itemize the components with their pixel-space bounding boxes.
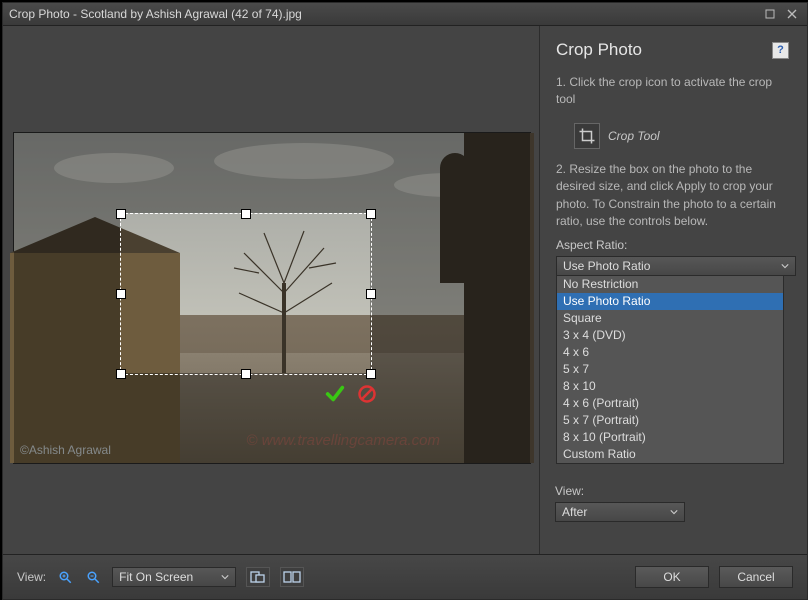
aspect-option[interactable]: 3 x 4 (DVD) [557,327,783,344]
commit-crop-button[interactable] [324,383,346,405]
crop-handle-ne[interactable] [366,209,376,219]
aspect-option[interactable]: 4 x 6 [557,344,783,361]
side-panel: Crop Photo ? 1. Click the crop icon to a… [539,26,807,554]
crop-handle-nw[interactable] [116,209,126,219]
dialog-body: ©Ashish Agrawal © www.travellingcamera.c… [3,26,807,554]
zoom-in-button[interactable] [56,568,74,586]
aspect-option[interactable]: 5 x 7 (Portrait) [557,412,783,429]
panel-heading: Crop Photo ? [556,40,789,60]
canvas-area: ©Ashish Agrawal © www.travellingcamera.c… [3,26,539,554]
aspect-ratio-listbox[interactable]: No RestrictionUse Photo RatioSquare3 x 4… [556,275,784,464]
aspect-option[interactable]: 8 x 10 [557,378,783,395]
titlebar: Crop Photo - Scotland by Ashish Agrawal … [3,3,807,26]
crop-tool-row: Crop Tool [556,117,789,161]
aspect-ratio-label: Aspect Ratio: [556,238,789,252]
crop-handle-n[interactable] [241,209,251,219]
close-button[interactable] [783,7,801,21]
aspect-option[interactable]: Custom Ratio [557,446,783,463]
crop-tool-label: Crop Tool [608,129,660,143]
view-block: View: After [555,476,685,522]
crop-box[interactable] [120,213,372,375]
help-button[interactable]: ? [772,42,789,59]
crop-handle-e[interactable] [366,289,376,299]
ok-button[interactable]: OK [635,566,709,588]
aspect-ratio-dropdown[interactable]: Use Photo Ratio [556,256,796,276]
instruction-step2: 2. Resize the box on the photo to the de… [556,161,789,231]
view-label: View: [555,484,685,498]
footer: View: Fit On Screen OK Cancel [3,554,807,599]
zoom-value: Fit On Screen [119,570,193,584]
instruction-step1: 1. Click the crop icon to activate the c… [556,74,789,109]
single-view-button[interactable] [246,567,270,587]
crop-photo-dialog: Crop Photo - Scotland by Ashish Agrawal … [2,2,808,600]
crop-tool-icon[interactable] [574,123,600,149]
cancel-crop-button[interactable] [356,383,378,405]
window-title: Crop Photo - Scotland by Ashish Agrawal … [9,7,302,21]
cancel-button[interactable]: Cancel [719,566,793,588]
aspect-option[interactable]: 5 x 7 [557,361,783,378]
footer-view-label: View: [17,570,46,584]
aspect-option[interactable]: 4 x 6 (Portrait) [557,395,783,412]
photo-preview[interactable]: ©Ashish Agrawal © www.travellingcamera.c… [13,132,531,464]
aspect-option[interactable]: No Restriction [557,276,783,293]
aspect-option[interactable]: Square [557,310,783,327]
zoom-dropdown[interactable]: Fit On Screen [112,567,236,587]
minimize-button[interactable] [761,7,779,21]
crop-confirm-bar [324,383,378,405]
compare-view-button[interactable] [280,567,304,587]
aspect-option[interactable]: Use Photo Ratio [557,293,783,310]
zoom-out-button[interactable] [84,568,102,586]
view-value: After [562,505,587,519]
crop-handle-w[interactable] [116,289,126,299]
crop-handle-sw[interactable] [116,369,126,379]
chevron-down-icon [670,505,678,519]
aspect-option[interactable]: 8 x 10 (Portrait) [557,429,783,446]
chevron-down-icon [781,259,789,273]
view-dropdown[interactable]: After [555,502,685,522]
aspect-ratio-value: Use Photo Ratio [563,259,650,273]
crop-handle-s[interactable] [241,369,251,379]
crop-handle-se[interactable] [366,369,376,379]
chevron-down-icon [221,570,229,584]
panel-heading-text: Crop Photo [556,40,642,60]
